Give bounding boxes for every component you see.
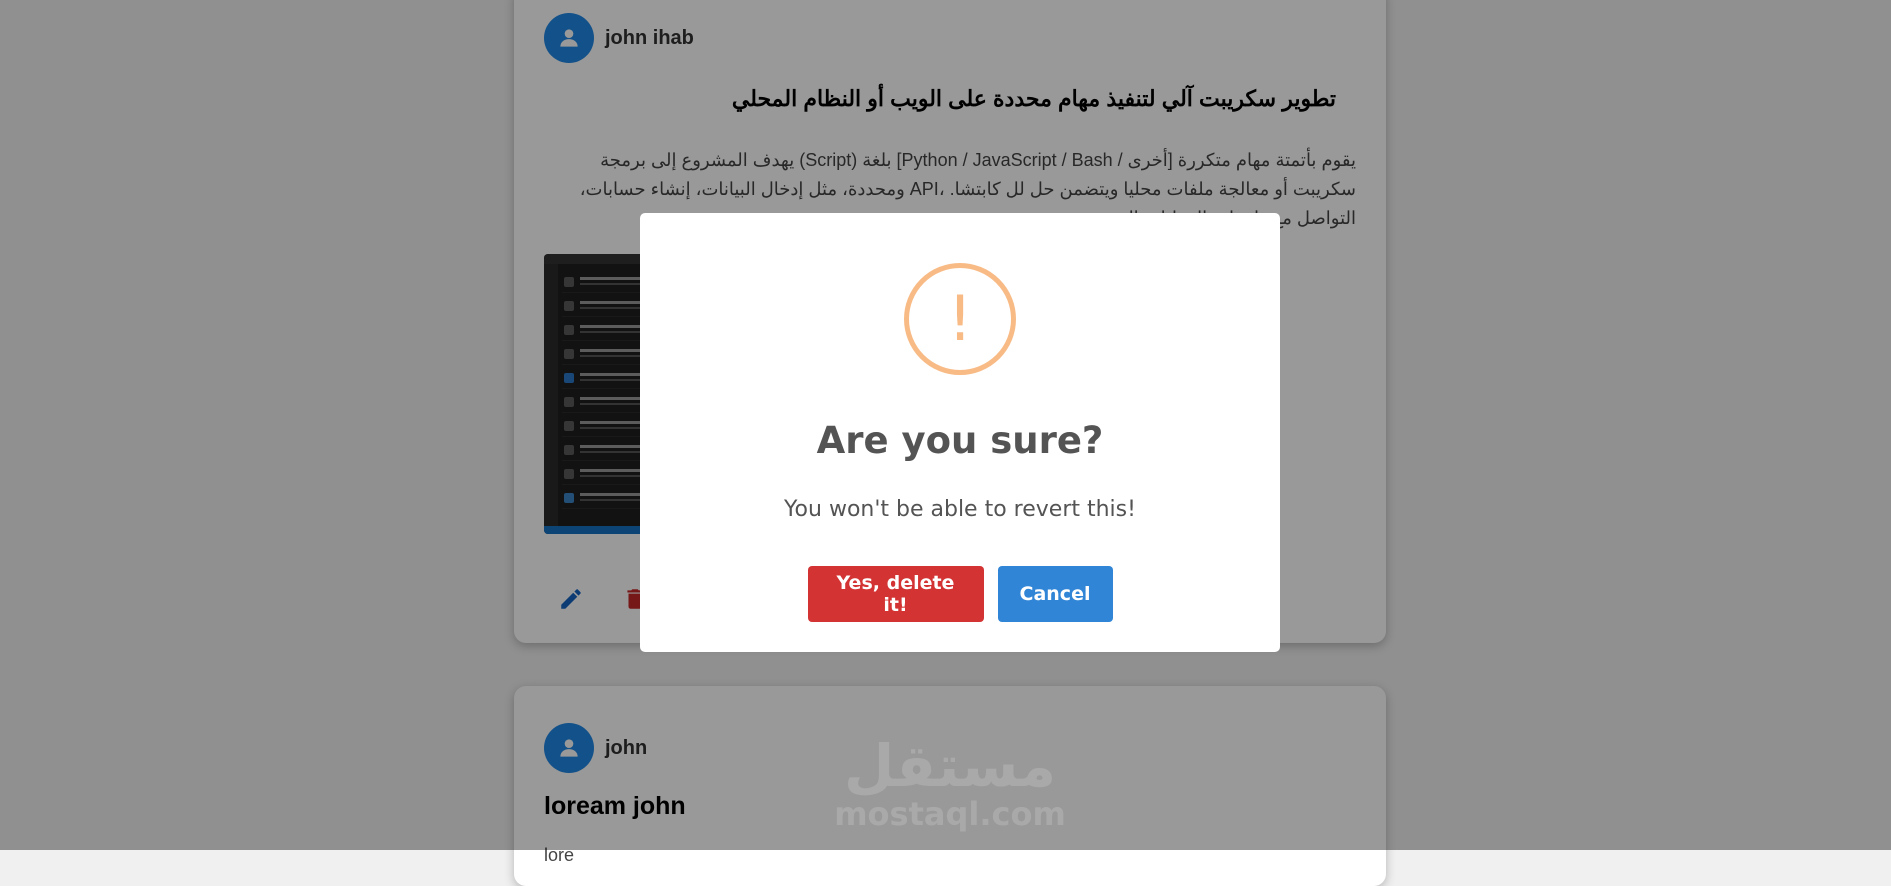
exclamation-icon: ! [904,263,1016,375]
dialog-actions: Yes, delete it! Cancel [640,566,1280,622]
dialog-text: You won't be able to revert this! [784,497,1136,522]
mostaql-watermark: مستقل mostaql.com [820,735,1080,831]
confirm-dialog: ! Are you sure? You won't be able to rev… [640,213,1280,652]
cancel-button[interactable]: Cancel [997,566,1113,622]
watermark-arabic: مستقل [843,732,1057,800]
dialog-title: Are you sure? [816,419,1104,462]
confirm-delete-button[interactable]: Yes, delete it! [807,566,984,622]
watermark-latin: mostaql.com [834,795,1066,833]
